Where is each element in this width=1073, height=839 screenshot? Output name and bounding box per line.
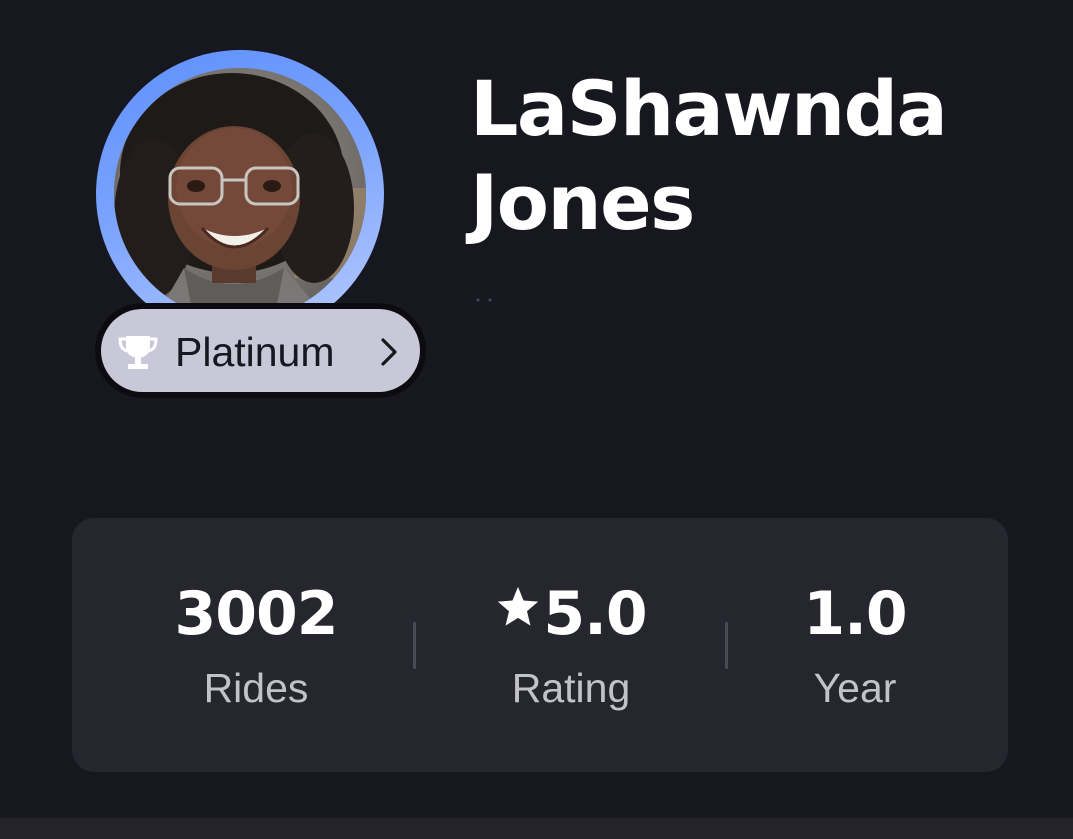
years-value: 1.0 [803, 579, 907, 649]
rating-value-row: 5.0 [421, 575, 721, 653]
stats-divider [413, 622, 416, 669]
chevron-right-icon [381, 338, 397, 366]
rides-label: Rides [203, 665, 309, 711]
truncated-subtitle [476, 298, 492, 302]
profile-photo-icon [114, 68, 366, 320]
profile-last-name: Jones [470, 158, 695, 247]
tier-label: Platinum [175, 329, 335, 375]
trophy-icon [118, 336, 158, 369]
bottom-bar [0, 818, 1073, 839]
stat-rating: 5.0 Rating [421, 575, 721, 723]
profile-name: LaShawnda Jones [470, 62, 1030, 250]
avatar[interactable] [114, 68, 366, 320]
rating-value: 5.0 [543, 579, 647, 649]
years-label: Year [813, 665, 897, 711]
profile-first-name: LaShawnda [470, 64, 948, 153]
rating-label: Rating [511, 665, 631, 711]
stat-years: 1.0 Year [705, 575, 1005, 723]
rides-count: 3002 [174, 579, 339, 649]
star-icon [498, 586, 539, 626]
stat-rides: 3002 Rides [106, 575, 406, 723]
